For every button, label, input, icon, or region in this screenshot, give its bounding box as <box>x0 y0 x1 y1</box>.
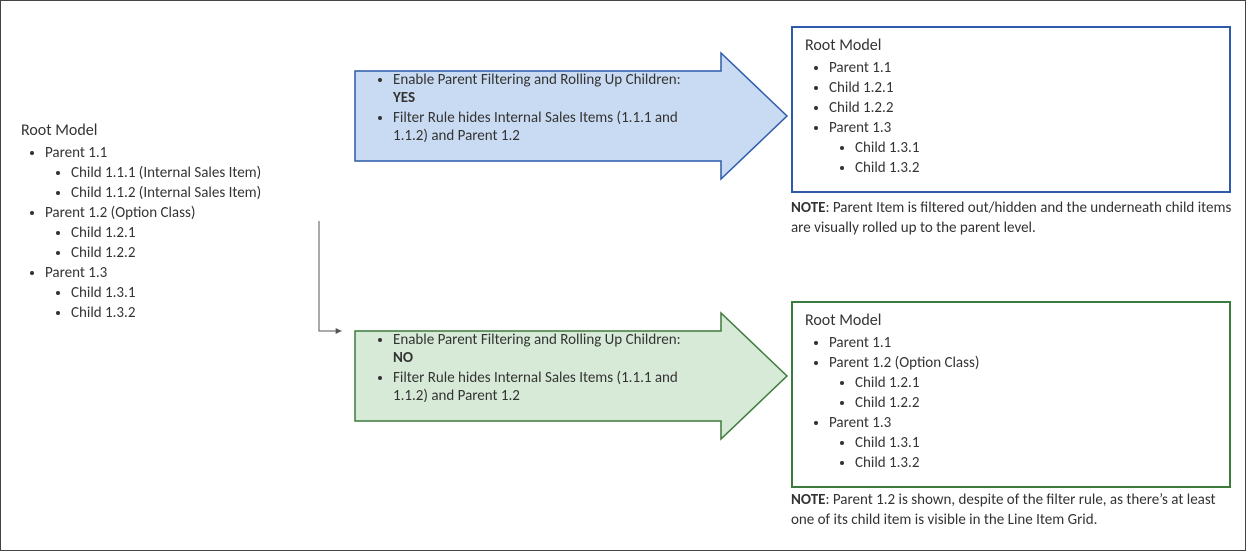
tree-item: Child 1.3.1 <box>71 284 311 302</box>
tree-item: Child 1.1.1 (Internal Sales Item) <box>71 164 311 182</box>
result-box-no: Root Model Parent 1.1 Parent 1.2 (Option… <box>791 301 1231 488</box>
arrow-no: Enable Parent Filtering and Rolling Up C… <box>351 311 791 441</box>
tree-item: Parent 1.1 Child 1.1.1 (Internal Sales I… <box>45 144 311 202</box>
diagram-frame: Root Model Parent 1.1 Child 1.1.1 (Inter… <box>0 0 1246 551</box>
source-tree: Parent 1.1 Child 1.1.1 (Internal Sales I… <box>21 144 311 322</box>
tree-item: Child 1.2.1 <box>855 374 1217 392</box>
arrow-line: Filter Rule hides Internal Sales Items (… <box>393 369 703 405</box>
tree-item: Parent 1.3 Child 1.3.1 Child 1.3.2 <box>829 119 1217 177</box>
tree-item: Child 1.3.1 <box>855 139 1217 157</box>
tree-item: Parent 1.3 Child 1.3.1 Child 1.3.2 <box>829 414 1217 472</box>
tree-item: Child 1.3.2 <box>855 159 1217 177</box>
tree-item: Child 1.3.2 <box>71 304 311 322</box>
tree-item: Child 1.2.2 <box>71 244 311 262</box>
tree-item: Parent 1.1 <box>829 59 1217 77</box>
result-box-yes: Root Model Parent 1.1 Child 1.2.1 Child … <box>791 26 1231 193</box>
tree-item: Child 1.3.1 <box>855 434 1217 452</box>
tree-item: Parent 1.1 <box>829 334 1217 352</box>
arrow-no-content: Enable Parent Filtering and Rolling Up C… <box>373 329 703 407</box>
branch-connector-icon <box>311 221 351 421</box>
note-no: NOTE: Parent 1.2 is shown, despite of th… <box>791 491 1241 530</box>
tree-item: Child 1.2.2 <box>855 394 1217 412</box>
tree-item: Child 1.3.2 <box>855 454 1217 472</box>
result-no-tree: Parent 1.1 Parent 1.2 (Option Class) Chi… <box>805 334 1217 472</box>
arrow-yes: Enable Parent Filtering and Rolling Up C… <box>351 51 791 181</box>
result-no-title: Root Model <box>805 311 1217 330</box>
source-root-label: Root Model <box>21 121 311 140</box>
tree-item: Parent 1.3 Child 1.3.1 Child 1.3.2 <box>45 264 311 322</box>
tree-item: Parent 1.2 (Option Class) Child 1.2.1 Ch… <box>829 354 1217 412</box>
tree-item: Parent 1.2 (Option Class) Child 1.2.1 Ch… <box>45 204 311 262</box>
arrow-line: Filter Rule hides Internal Sales Items (… <box>393 109 703 145</box>
tree-item: Child 1.2.1 <box>71 224 311 242</box>
tree-item: Child 1.1.2 (Internal Sales Item) <box>71 184 311 202</box>
result-yes-tree: Parent 1.1 Child 1.2.1 Child 1.2.2 Paren… <box>805 59 1217 177</box>
tree-item: Child 1.2.2 <box>829 99 1217 117</box>
tree-item: Child 1.2.1 <box>829 79 1217 97</box>
arrow-yes-content: Enable Parent Filtering and Rolling Up C… <box>373 69 703 147</box>
note-yes: NOTE: Parent Item is filtered out/hidden… <box>791 199 1241 238</box>
result-yes-title: Root Model <box>805 36 1217 55</box>
source-model-box: Root Model Parent 1.1 Child 1.1.1 (Inter… <box>21 121 311 326</box>
arrow-line: Enable Parent Filtering and Rolling Up C… <box>393 331 703 367</box>
arrow-line: Enable Parent Filtering and Rolling Up C… <box>393 71 703 107</box>
